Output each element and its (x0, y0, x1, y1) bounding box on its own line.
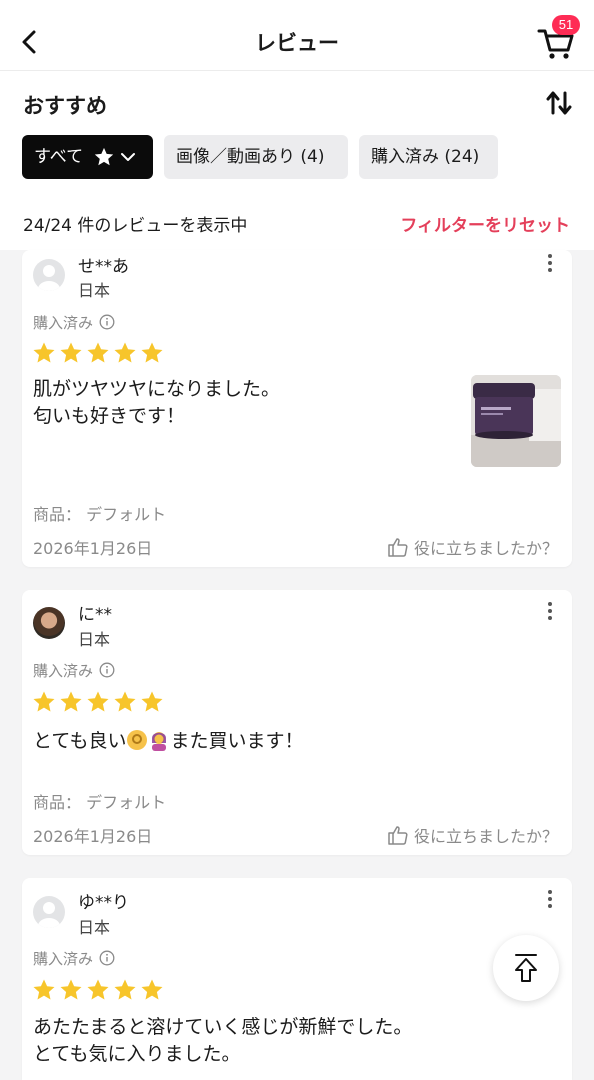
ok-hand-emoji-icon (127, 730, 148, 750)
navigation-bar: レビュー 51 (0, 0, 594, 71)
thumbs-up-icon (388, 826, 408, 845)
star-icon (141, 342, 163, 363)
helpful-button[interactable]: 役に立ちましたか？ (387, 535, 558, 559)
person-gesturing-emoji-icon (152, 732, 167, 751)
reset-filter-link[interactable]: フィルターをリセット (400, 211, 570, 236)
review-text-part: とても良い (33, 730, 127, 752)
sort-label: おすすめ (23, 94, 107, 118)
purchased-text: 購入済み (33, 314, 94, 332)
star-icon (33, 691, 55, 712)
purchased-text: 購入済み (33, 950, 94, 968)
sort-icon[interactable] (544, 88, 574, 118)
reviewer-name: に** (78, 605, 112, 625)
star-icon (141, 691, 163, 712)
avatar[interactable] (33, 607, 65, 639)
filter-chip-label: すべて (34, 147, 84, 167)
rating-stars (32, 690, 167, 714)
star-icon (94, 147, 113, 166)
review-date: 2026年1月26日 (33, 827, 153, 846)
product-jar-image (471, 375, 561, 467)
rating-stars (32, 978, 167, 1002)
review-card: ゆ**り 日本 購入済み あたたまると溶けていく感じが新鮮でした。 とても気に入… (22, 878, 572, 1080)
reviewer-country: 日本 (78, 281, 111, 300)
star-icon (33, 342, 55, 363)
more-vertical-icon[interactable] (544, 600, 556, 622)
review-photo-thumbnail[interactable] (471, 375, 561, 467)
star-icon (60, 342, 82, 363)
more-vertical-icon[interactable] (544, 252, 556, 274)
reviewer-name: せ**あ (78, 257, 129, 277)
more-vertical-icon[interactable] (544, 888, 556, 910)
info-icon[interactable] (99, 314, 115, 330)
star-icon (114, 979, 136, 1000)
avatar[interactable] (33, 896, 65, 928)
reviewer-country: 日本 (78, 630, 111, 649)
review-card: せ**あ 日本 購入済み 肌がツヤツヤになりました。 匂いも好きです！ 商品： … (22, 250, 572, 567)
purchased-label: 購入済み (33, 660, 115, 681)
user-default-icon (38, 265, 60, 291)
page-title: レビュー (255, 31, 339, 55)
filter-chip-media[interactable]: 画像／動画あり (4) (164, 135, 348, 179)
avatar[interactable] (33, 259, 65, 291)
star-icon (87, 691, 109, 712)
star-icon (60, 691, 82, 712)
product-variant: 商品： デフォルト (33, 793, 167, 812)
star-icon (114, 691, 136, 712)
helpful-label: 役に立ちましたか？ (413, 827, 558, 846)
purchased-label: 購入済み (33, 312, 115, 333)
top-panel: レビュー 51 おすすめ すべて 画像／動画あり (4) 購入済み (24) 2… (0, 0, 594, 250)
star-icon (33, 979, 55, 1000)
review-count-text: 24/24 件のレビューを表示中 (23, 216, 248, 236)
reviewer-name: ゆ**り (78, 893, 129, 913)
user-default-icon (38, 902, 60, 928)
purchased-text: 購入済み (33, 662, 94, 680)
review-text: 肌がツヤツヤになりました。 匂いも好きです！ (33, 378, 281, 427)
chevron-down-icon (120, 153, 135, 161)
cart-count-badge: 51 (552, 15, 580, 35)
info-icon[interactable] (99, 662, 115, 678)
scroll-to-top-icon (515, 954, 537, 982)
filter-chip-purchased[interactable]: 購入済み (24) (359, 135, 498, 179)
product-variant: 商品： デフォルト (33, 505, 167, 524)
helpful-button[interactable]: 役に立ちましたか？ (387, 823, 558, 847)
thumbs-up-icon (388, 538, 408, 557)
info-icon[interactable] (99, 950, 115, 966)
star-icon (87, 342, 109, 363)
review-text: とても良い また買います！ (33, 728, 304, 755)
review-text-part: また買います！ (170, 730, 304, 752)
reviewer-country: 日本 (78, 918, 111, 937)
star-icon (114, 342, 136, 363)
helpful-label: 役に立ちましたか？ (413, 539, 558, 558)
review-card: に** 日本 購入済み とても良い また買います！ 商品： デフォルト 2026年… (22, 590, 572, 855)
filter-chip-all[interactable]: すべて (22, 135, 153, 179)
review-text: あたたまると溶けていく感じが新鮮でした。 とても気に入りました。 (33, 1016, 413, 1065)
scroll-to-top-button[interactable] (493, 935, 559, 1001)
star-icon (87, 979, 109, 1000)
rating-stars (32, 341, 167, 365)
star-icon (60, 979, 82, 1000)
review-date: 2026年1月26日 (33, 539, 153, 558)
star-icon (141, 979, 163, 1000)
purchased-label: 購入済み (33, 948, 115, 969)
